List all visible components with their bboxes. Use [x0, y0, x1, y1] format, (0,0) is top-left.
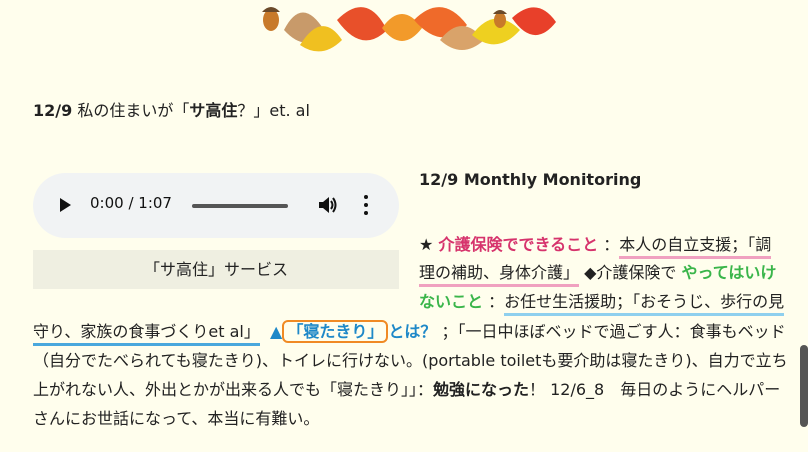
diamond-text: ◆介護保険で — [584, 263, 677, 282]
post-date: 12/9 — [33, 101, 73, 120]
more-options-icon[interactable] — [363, 195, 369, 217]
audio-time: 0:00 / 1:07 — [90, 194, 172, 212]
autumn-leaves-banner — [262, 7, 556, 52]
can-text-2: 理の補助、身体介護」 — [419, 263, 580, 287]
netakiri-definition: ；「一日中ほぼベッドで過ごす人：食事もベッド — [441, 322, 786, 341]
audio-progress-slider[interactable] — [192, 204, 288, 208]
star-icon: ★ — [419, 235, 434, 254]
can-text-1: 本人の自立支援；「調 — [619, 235, 772, 259]
body-line-6: 上がれない人、外出とかが出来る人でも「寝たきり」」：勉強になった！ 12/6_8… — [33, 379, 780, 401]
line6-text-a: 上がれない人、外出とかが出来る人でも「寝たきり」」： — [33, 380, 434, 399]
line6-text-b: ！ 12/6_8 毎日のようにヘルパー — [529, 380, 781, 399]
body-line-5: （自分でたべられても寝たきり)、トイレに行けない。(portable toile… — [33, 351, 788, 370]
triangle-icon: ▲ — [270, 322, 283, 341]
kaigo-can-heading: 介護保険でできること — [438, 235, 599, 254]
audio-caption: 「サ高住」サービス — [33, 250, 399, 289]
body-line-4: 守り、家族の食事づくりet al」 ▲ 「寝たきり」 とは？ ；「一日中ほぼベッドで… — [33, 320, 786, 346]
netakiri-highlight: 「寝たきり」 — [282, 320, 389, 343]
towa-text: とは？ — [388, 322, 437, 341]
post-title-text-after: ？」et. al — [237, 101, 310, 120]
body-line-1: ★ 介護保険でできること ：本人の自立支援；「調 — [419, 234, 772, 259]
colon: ： — [488, 292, 505, 311]
cannot-text-1: お任せ生活援助；「おそうじ、歩行の見 — [504, 292, 785, 316]
cannot-text-2: 守り、家族の食事づくりet al」 — [33, 322, 260, 346]
line6-bold: 勉強になった — [433, 380, 530, 399]
page-scrollbar[interactable] — [800, 345, 808, 427]
monthly-monitoring-title: 12/9 Monthly Monitoring — [419, 170, 642, 189]
post-title-bold: サ高住 — [189, 101, 238, 120]
volume-icon[interactable] — [318, 193, 338, 217]
cannot-heading-2: ないこと — [419, 292, 484, 311]
play-icon[interactable] — [60, 198, 71, 212]
body-line-3: ないこと ：お任せ生活援助；「おそうじ、歩行の見 — [419, 291, 785, 316]
post-title: 12/9 私の住まいが「サ高住？」et. al — [33, 100, 310, 122]
acorn-icon — [262, 7, 280, 31]
audio-player: 0:00 / 1:07 — [33, 173, 399, 238]
body-line-2: 理の補助、身体介護」 ◆介護保険で やってはいけ — [419, 262, 777, 287]
cannot-heading-1: やってはいけ — [681, 263, 777, 282]
body-line-7: さんにお世話になって、本当に有難い。 — [33, 409, 320, 428]
colon: ： — [603, 235, 620, 254]
post-title-text-before: 私の住まいが「 — [72, 101, 190, 120]
